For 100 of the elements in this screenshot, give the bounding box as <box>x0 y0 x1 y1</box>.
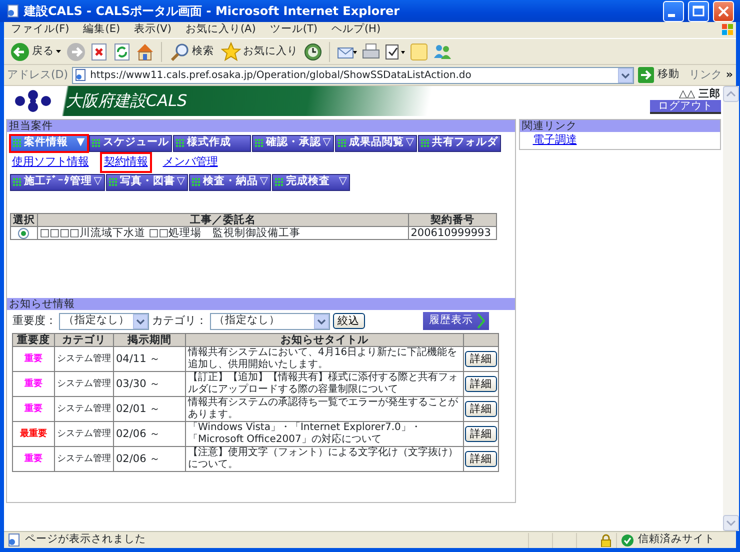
grid-icon <box>338 138 347 148</box>
sub-link[interactable]: 契約情報 <box>102 154 150 171</box>
edit-icon[interactable] <box>384 42 406 62</box>
table-cell: 情報共有システムにおいて、4月16日より新たに下記機能を追加し、供用開始いたします。 <box>186 346 464 372</box>
table-cell: 04/11 ～ <box>114 346 186 372</box>
window-title: 建設CALS - CALSポータル画面 - Microsoft Internet Explorer <box>24 3 401 20</box>
table-cell: システム管理 <box>54 446 114 472</box>
menu-item[interactable]: ツール(T) <box>262 22 324 38</box>
scroll-down-icon <box>722 515 739 531</box>
zone-text: 信頼済みサイト <box>638 532 716 548</box>
table-cell: 02/06 ～ <box>114 422 186 447</box>
menu-tab[interactable]: スケジュール <box>88 134 172 152</box>
grid-icon <box>254 138 264 148</box>
grid-icon <box>274 178 284 186</box>
menu-item[interactable]: お気に入り(A) <box>178 22 263 38</box>
detail-button[interactable]: 詳細 <box>465 401 497 418</box>
table-cell: 「Windows Vista」・「Internet Explorer7.0」・「Microsoft Office2007」の対応について <box>186 422 464 447</box>
select-field[interactable]: （指定なし） <box>210 312 330 330</box>
address-field[interactable]: https://www11.cals.pref.osaka.jp/Operation/global/ShowSSDataListAction.do <box>72 66 634 84</box>
history-button[interactable]: 履歴表示 <box>423 312 489 330</box>
caret-icon <box>56 50 61 53</box>
table-cell: 02/01 ～ <box>114 396 186 422</box>
star-icon <box>221 42 241 62</box>
section-header: お知らせ情報 <box>7 298 515 310</box>
menu-tab[interactable]: 写真・図書 ▽ <box>106 174 188 190</box>
radio-button[interactable] <box>18 228 30 238</box>
windows-logo-icon <box>720 23 736 37</box>
close-button[interactable] <box>713 0 734 22</box>
table-cell: □□□□川流域下水道 □□処理場 監視制御設備工事 <box>37 226 408 239</box>
back-icon <box>10 42 30 62</box>
menu-tab[interactable]: 共有フォルダ <box>418 134 501 152</box>
section-header: 担当案件 <box>7 120 515 132</box>
column-header: 掲示期間 <box>114 334 186 347</box>
search-button[interactable]: 検索 <box>168 42 216 62</box>
table-cell: システム管理 <box>54 422 114 447</box>
forward-icon[interactable] <box>66 42 86 62</box>
table-cell: 02/06 ～ <box>114 446 186 472</box>
importance-label: 重要 <box>12 446 54 472</box>
section-header: 関連リンク <box>520 120 720 132</box>
maximize-button[interactable] <box>688 0 709 22</box>
history-icon[interactable] <box>303 42 323 62</box>
menu-item[interactable]: ヘルプ(H) <box>324 22 388 38</box>
menu-tab[interactable]: 検査・納品 ▽ <box>188 174 271 190</box>
menu-tab[interactable]: 成果品閲覧 ▽ <box>334 134 417 152</box>
minimize-button[interactable] <box>663 0 684 22</box>
more-chevron[interactable]: » <box>726 66 733 84</box>
scrollbar[interactable] <box>722 86 739 531</box>
minimize-icon <box>668 14 675 17</box>
menu-tab[interactable]: 様式作成 <box>172 134 251 152</box>
filter-label: カテゴリ： <box>152 313 207 329</box>
table-cell: 【注意】使用文字（フォント）による文字化け（文字抜け）について。 <box>186 446 464 472</box>
menu-item[interactable]: 編集(E) <box>76 22 128 38</box>
column-header: 重要度 <box>12 334 54 347</box>
column-header: 契約番号 <box>408 213 496 226</box>
scroll-up-icon <box>722 86 739 102</box>
menu-tab[interactable]: 施工ﾃﾞｰﾀ管理 ▽ <box>10 174 105 190</box>
grid-icon <box>192 178 201 186</box>
printer-icon[interactable] <box>361 42 381 62</box>
user-name: △△ 三郎 <box>678 89 721 100</box>
column-header: 工事／委託名 <box>37 213 408 226</box>
grid-icon <box>92 138 101 148</box>
status-text: ページが表示されました <box>25 532 147 548</box>
detail-button[interactable]: 詳細 <box>465 376 497 392</box>
related-link[interactable]: 電子調達 <box>530 132 579 146</box>
sub-link[interactable]: メンバ管理 <box>160 154 220 171</box>
table-cell: 03/30 ～ <box>114 372 186 397</box>
column-header: お知らせタイトル <box>186 334 464 347</box>
filter-label: 重要度： <box>12 313 56 329</box>
chevron-icon <box>477 313 485 330</box>
grid-icon <box>12 178 22 186</box>
search-icon <box>170 42 190 62</box>
detail-button[interactable]: 詳細 <box>465 451 497 468</box>
go-button[interactable]: 移動 <box>638 67 680 83</box>
check-icon <box>621 534 634 546</box>
menu-tab[interactable]: 完成検査 ▽ <box>272 174 350 190</box>
menu-item[interactable]: ファイル(F) <box>4 22 76 38</box>
detail-button[interactable]: 詳細 <box>465 426 497 442</box>
back-button[interactable]: 戻る <box>8 42 63 62</box>
logout-button[interactable]: ログアウト <box>650 100 721 114</box>
page-icon <box>7 533 21 547</box>
stop-icon[interactable] <box>89 42 109 62</box>
menu-item[interactable]: 表示(V) <box>127 22 178 38</box>
page-icon <box>75 69 88 81</box>
lock-icon <box>600 534 612 546</box>
table-cell: システム管理 <box>54 396 114 422</box>
importance-label: 重要 <box>12 372 54 397</box>
links-label[interactable]: リンク <box>688 66 722 84</box>
sub-link[interactable]: 使用ソフト情報 <box>10 154 91 171</box>
favorites-button[interactable]: お気に入り <box>219 42 300 62</box>
menu-tab[interactable]: 案件情報 ▼ <box>10 134 88 152</box>
select-field[interactable]: （指定なし） <box>59 312 150 330</box>
filter-button[interactable]: 絞込 <box>332 313 364 330</box>
importance-label: 重要 <box>12 396 54 422</box>
detail-button[interactable]: 詳細 <box>465 351 497 368</box>
refresh-icon[interactable] <box>112 42 132 62</box>
menu-tab[interactable]: 確認・承認 ▽ <box>252 134 334 152</box>
home-icon[interactable] <box>135 42 155 62</box>
table-cell: システム管理 <box>54 346 114 372</box>
grid-icon <box>420 138 430 148</box>
grid-icon <box>176 138 185 148</box>
